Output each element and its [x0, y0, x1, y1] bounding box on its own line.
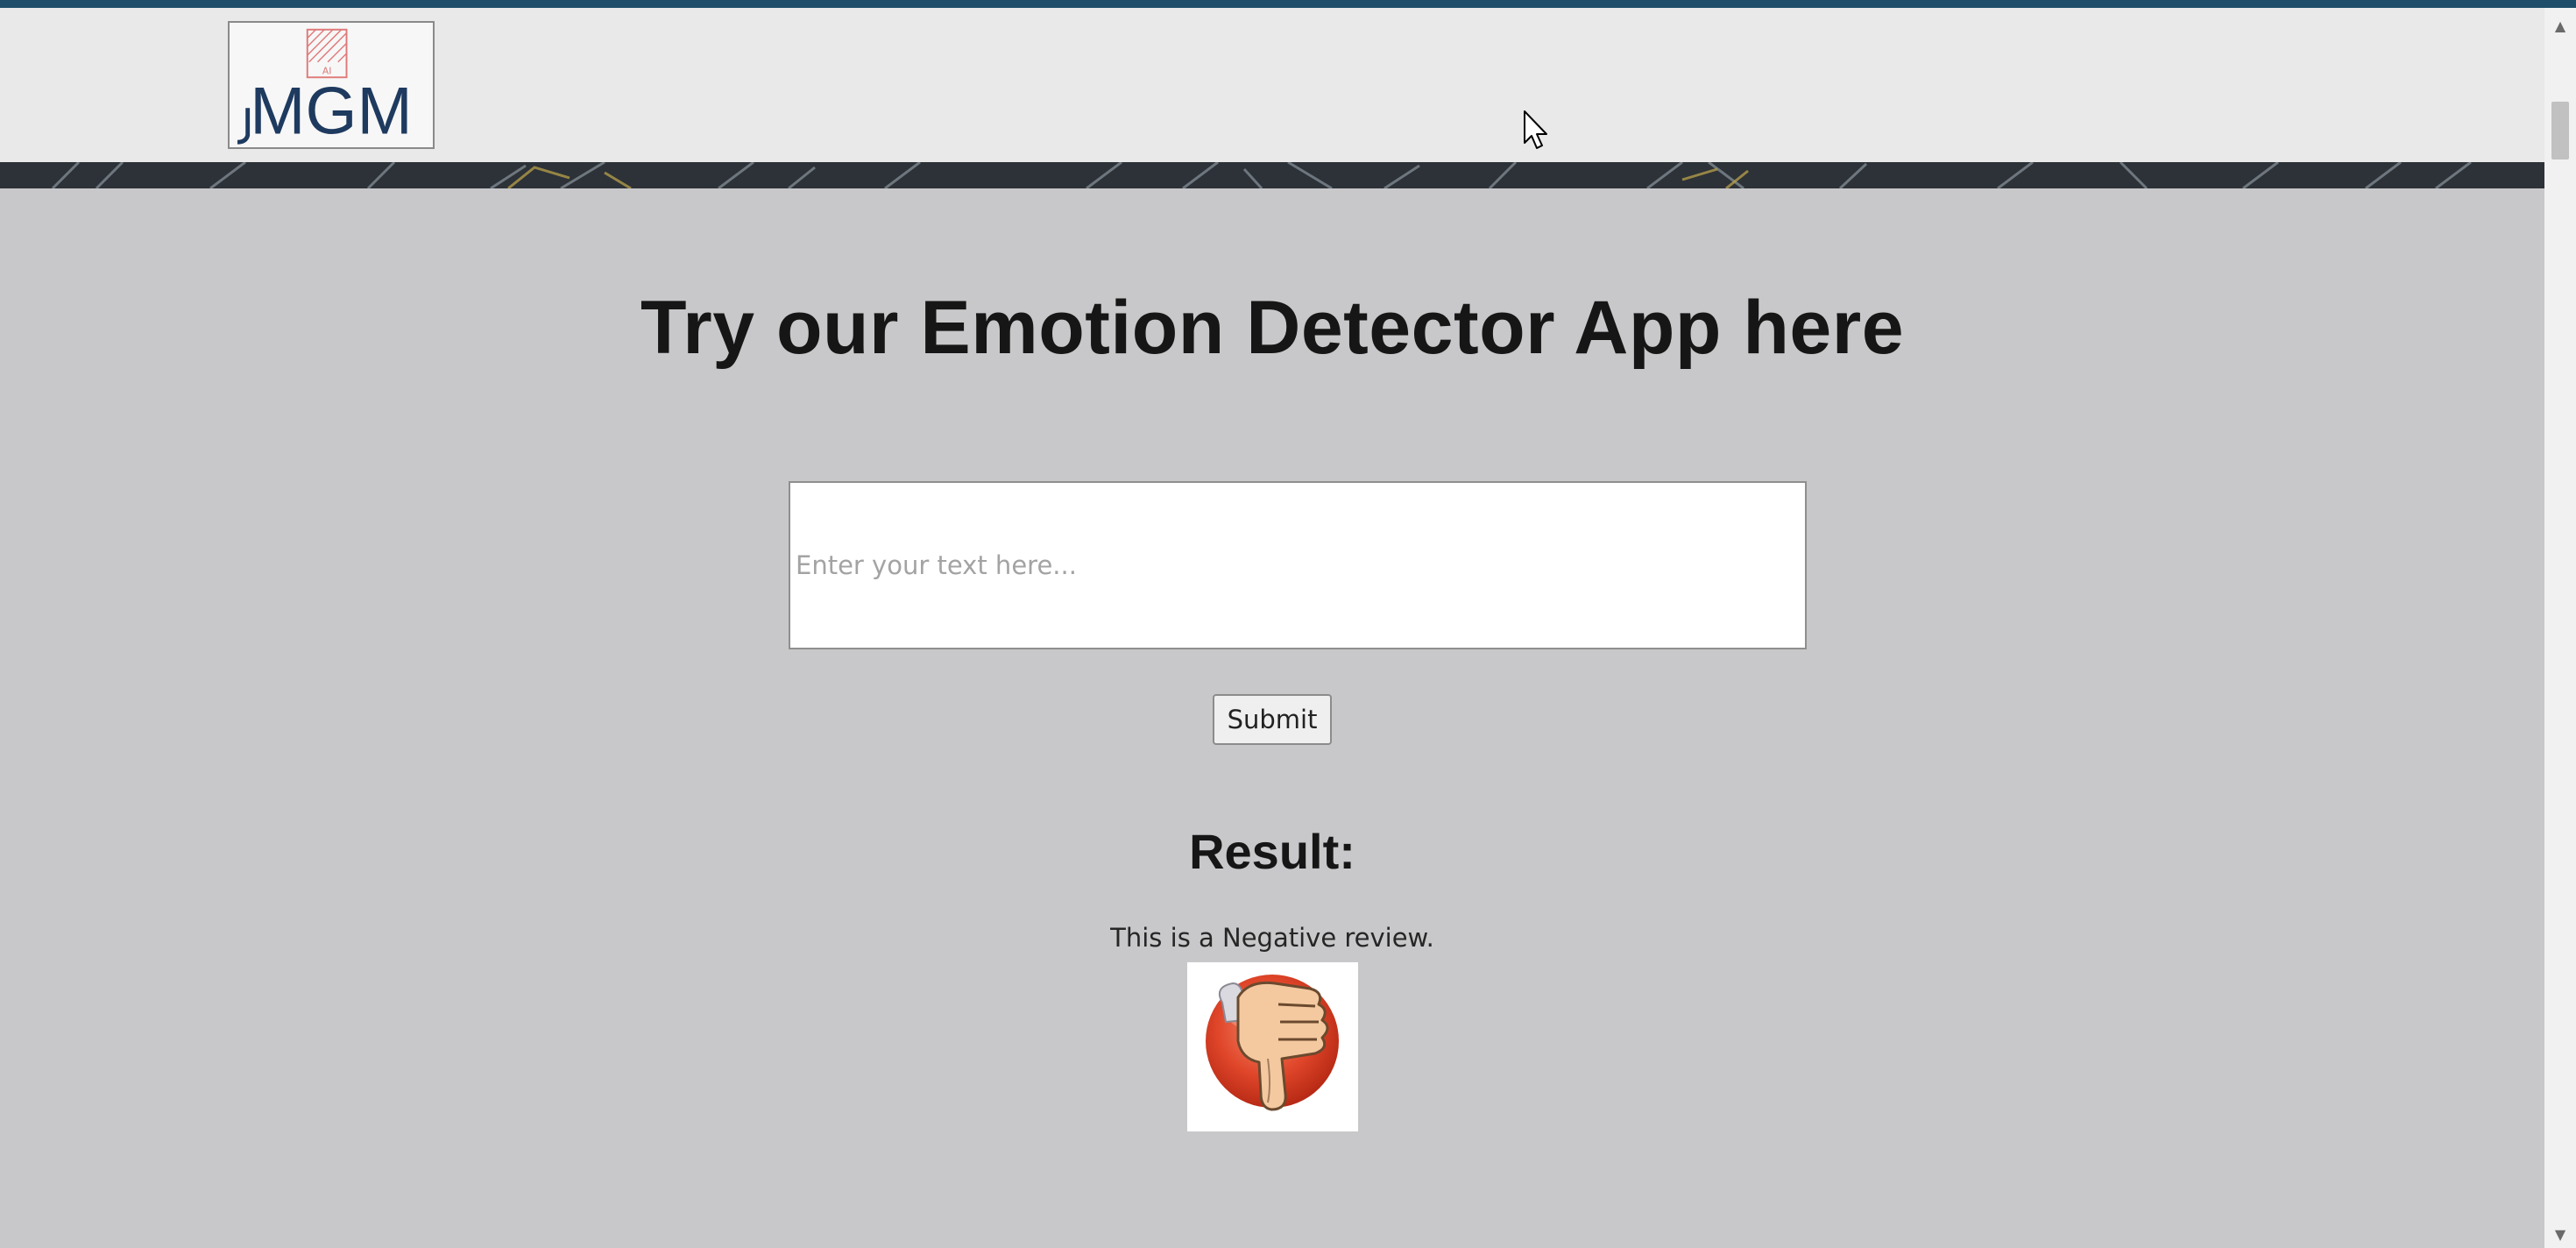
site-header: AI MGM	[0, 8, 2544, 162]
review-text-input[interactable]	[789, 481, 1807, 649]
submit-button[interactable]: Submit	[1213, 694, 1332, 745]
logo-text: MGM	[250, 74, 412, 147]
result-image	[1187, 962, 1358, 1131]
page-title: Try our Emotion Detector App here	[640, 286, 1905, 370]
browser-top-border	[0, 0, 2576, 8]
scroll-down-arrow-icon[interactable]: ▼	[2544, 1222, 2576, 1246]
vertical-scrollbar[interactable]: ▲ ▼	[2544, 8, 2576, 1248]
result-text: This is a Negative review.	[1110, 923, 1434, 953]
scrollbar-thumb[interactable]	[2551, 102, 2569, 160]
site-logo[interactable]: AI MGM	[228, 21, 435, 149]
scroll-up-arrow-icon[interactable]: ▲	[2544, 13, 2576, 38]
main-content: Try our Emotion Detector App here Submit…	[0, 188, 2544, 1248]
hero-banner-strip	[0, 162, 2544, 188]
mgm-logo-graphic: AI MGM	[237, 28, 413, 147]
thumbs-down-icon	[1206, 975, 1339, 1111]
mouse-cursor-icon	[1524, 110, 1547, 149]
result-heading: Result:	[1189, 824, 1355, 879]
